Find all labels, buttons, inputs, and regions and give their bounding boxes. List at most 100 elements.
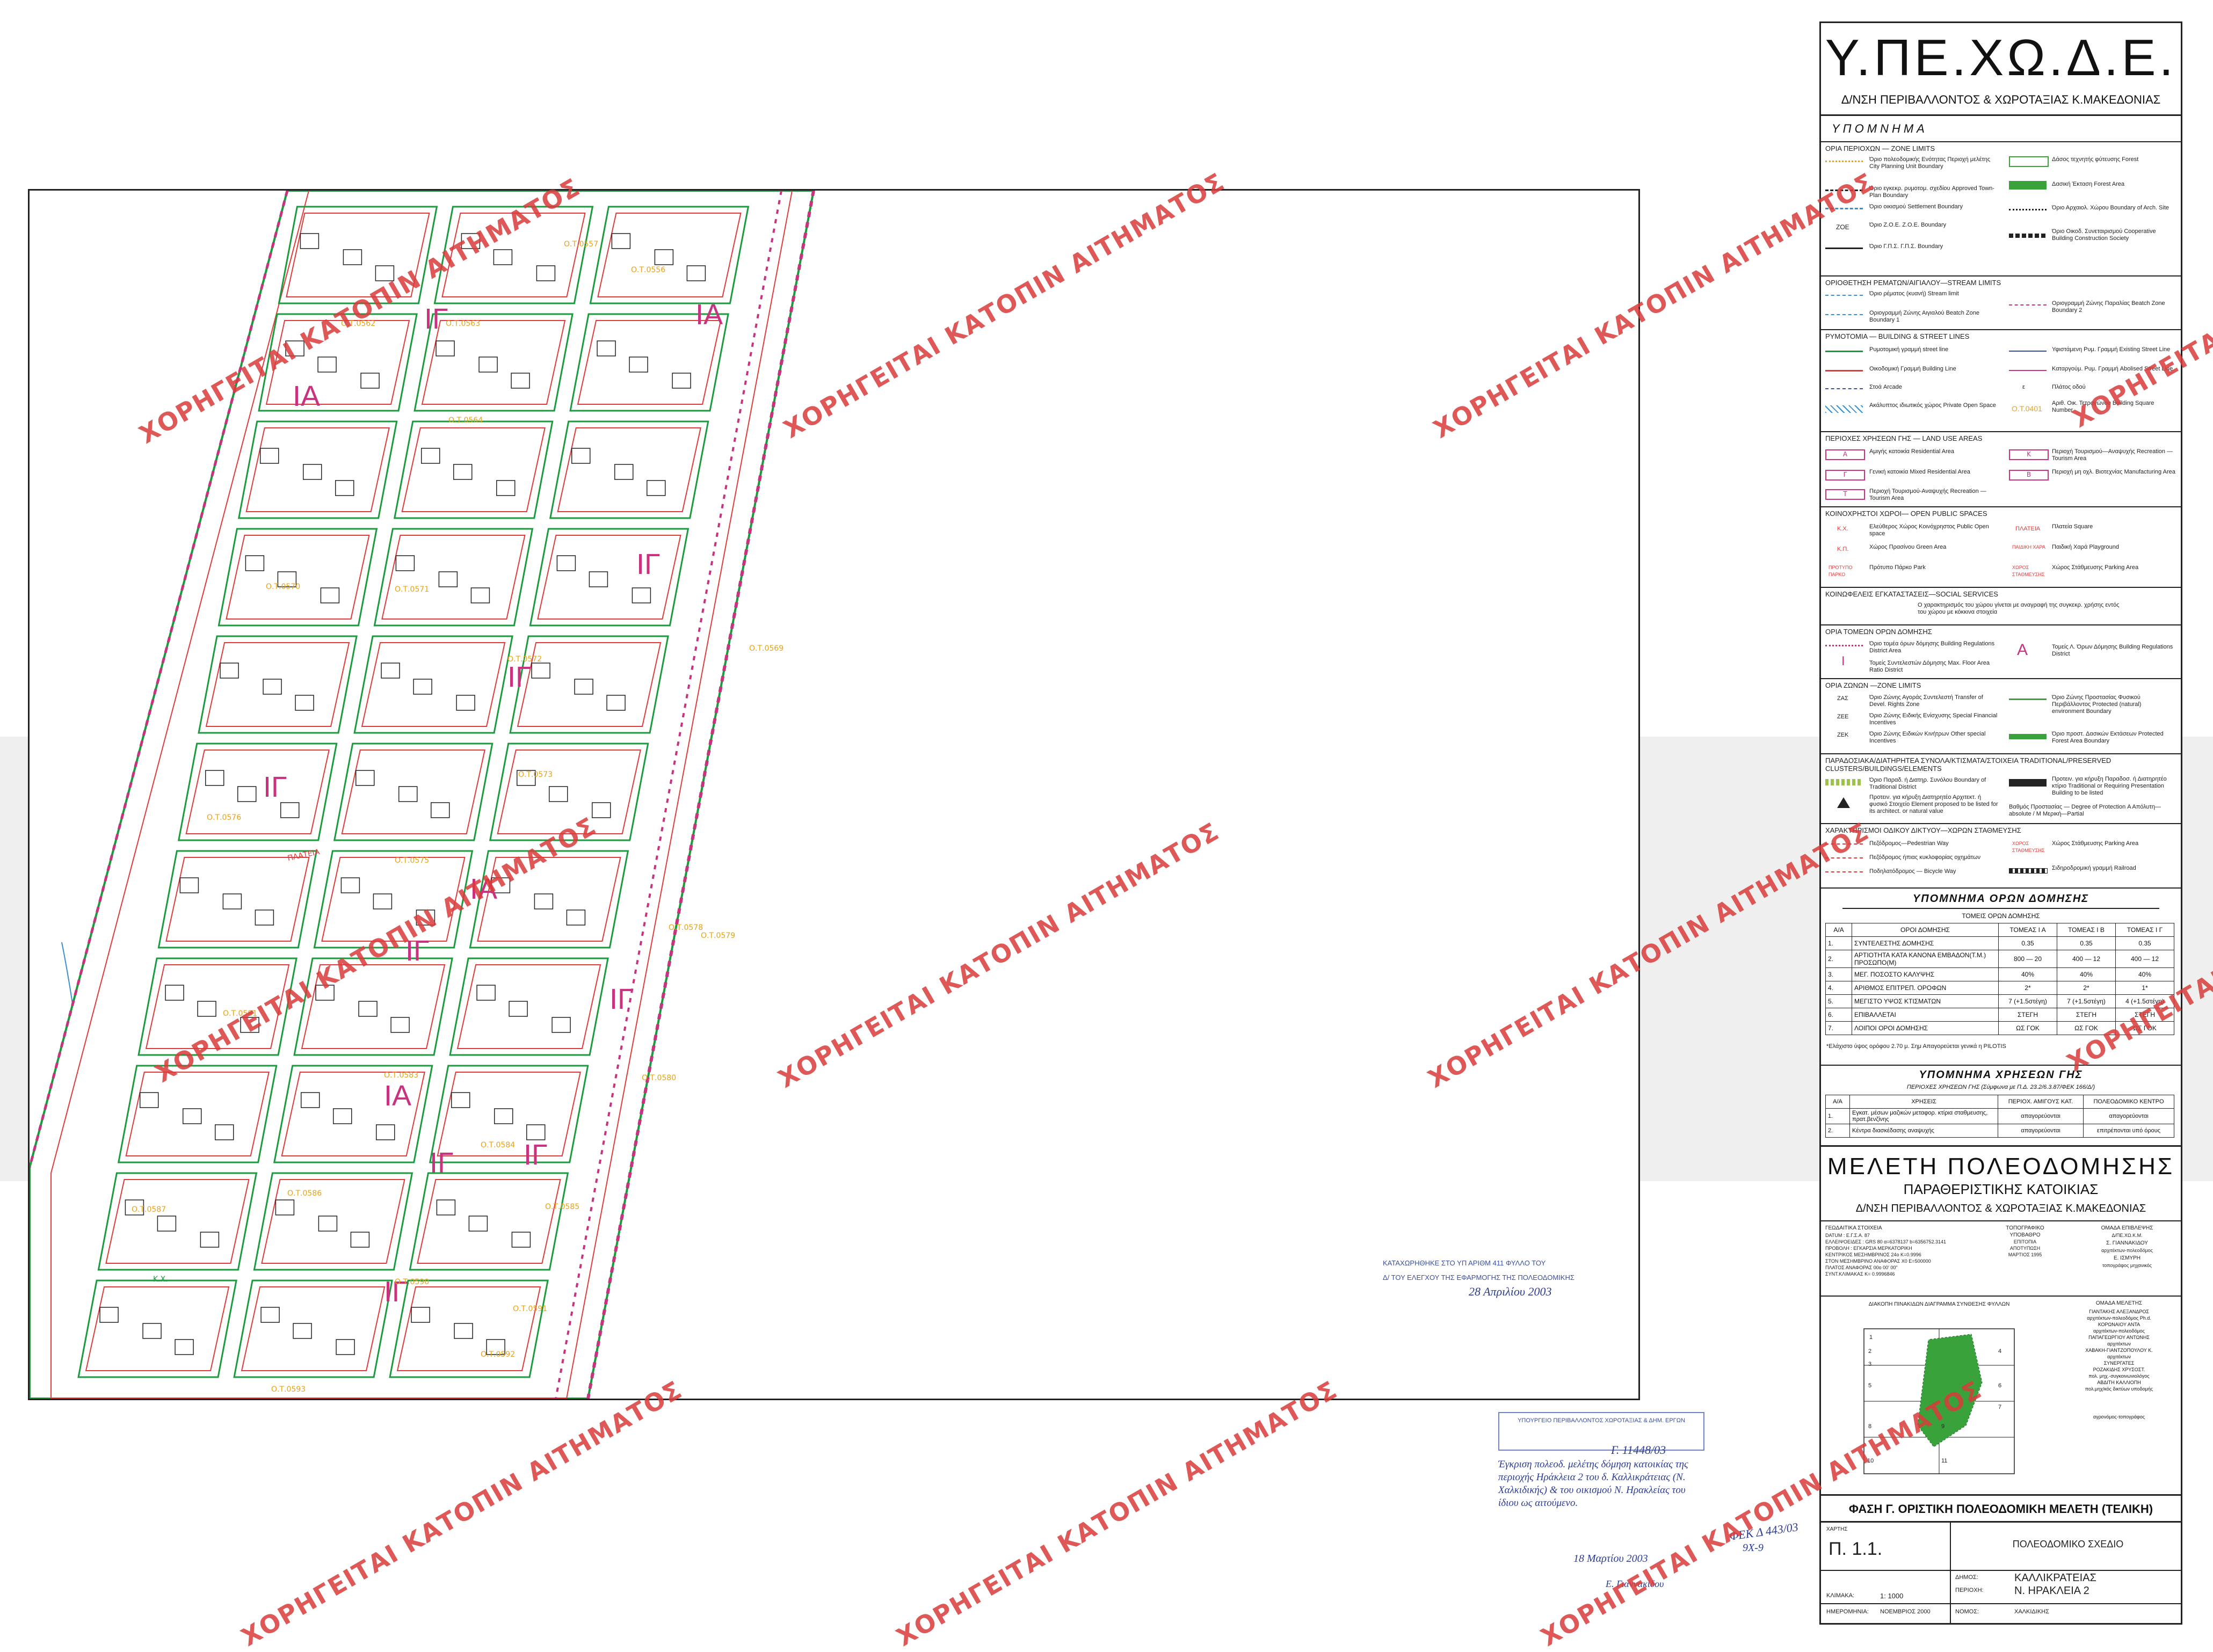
block-number: Ο.Τ.0569 [749,644,784,653]
block-number: Ο.Τ.0592 [481,1350,516,1359]
section-title: ΟΡΙΑ ΠΕΡΙΟΧΩΝ — ZONE LIMITS [1825,144,1935,152]
zone-label: ΙΑ [293,380,321,412]
supervision-line: Σ. ΓΙΑΝΝΑΚΙΔΟΥ [2106,1240,2148,1246]
table-row: 3. ΜΕΓ. ΠΟΣΟΣΤΟ ΚΑΛΥΨΗΣ 40% 40% 40% [1825,967,2174,981]
decision-text: Έγκριση πολεοδ. μελέτης δόμηση κατοικίας… [1498,1459,1688,1509]
sheet-number: 3 [1868,1361,1872,1367]
section-title: ΚΟΙΝΩΦΕΛΕΙΣ ΕΓΚΑΤΑΣΤΑΣΕΙΣ—SOCIAL SERVICE… [1825,590,1998,598]
table-cell: ΑΡΙΘΜΟΣ ΕΠΙΤΡΕΠ. ΟΡΟΦΩΝ [1852,981,1999,995]
legend-social-services: ΚΟΙΝΩΦΕΛΕΙΣ ΕΓΚΑΤΑΣΤΑΣΕΙΣ—SOCIAL SERVICE… [1821,587,2181,625]
legend-item: Πεζόδρομος ήπιας κυκλοφορίας οχημάτων [1869,854,1981,861]
stamp-date: 18 Μαρτίου 2003 [1573,1553,1648,1564]
study-team-list: ΓΙΑΝΤΑΚΗΣ ΑΛΕΞΑΝΔΡΟΣ αρχιτέκτων-πολεοδόμ… [2063,1308,2175,1420]
study-team-title: ΟΜΑΔΑ ΜΕΛΕΤΗΣ [2095,1300,2143,1306]
legend-code: ΖΟΕ [1836,223,1849,231]
legend-item: Ακάλυπτος ιδιωτικός χώρος Private Open S… [1869,402,1996,409]
sheet-number: 11 [1941,1458,1948,1464]
table-cell: ΩΣ ΓΟΚ [1998,1021,2057,1035]
table-cell: 1. [1825,936,1852,950]
section-title: ΠΕΡΙΟΧΕΣ ΧΡΗΣΕΩΝ ΓΗΣ — LAND USE AREAS [1825,434,1983,442]
table-header: ΠΟΛΕΟΔΟΜΙΚΟ ΚΕΝΤΡΟ [2083,1095,2174,1109]
legend-item: Χώρος Πρασίνου Green Area [1869,544,1947,550]
legend-item: Όριο Παραδ. ή Διατηρ. Συνόλου Boundary o… [1869,777,1986,790]
table-cell: απαγορεύονται [2083,1108,2174,1124]
legend-building-regulations: ΟΡΙΑ ΤΟΜΕΩΝ ΟΡΩΝ ΔΟΜΗΣΗΣ Όριο τομέα όρων… [1821,624,2181,679]
table-cell: ΑΡΤΙΟΤΗΤΑ ΚΑΤΑ ΚΑΝΟΝΑ ΕΜΒΑΔΟΝ(Τ.Μ.) ΠΡΟΣ… [1852,950,1999,968]
legend-item: Σιδηροδρομική γραμμή Railroad [2052,865,2136,871]
table-cell: 800 — 20 [1998,950,2057,968]
land-use-subtitle: ΠΕΡΙΟΧΕΣ ΧΡΗΣΕΩΝ ΓΗΣ (Σύμφωνα με Π.Δ. 23… [1906,1084,2095,1090]
legend-item: Όριο τομέα όρων δόμησης Building Regulat… [1869,641,1995,654]
map-label: ΧΑΡΤΗΣ [1826,1526,1848,1532]
municipality-label: ΔΗΜΟΣ: [1955,1574,1978,1581]
zone-label: ΙΓ [430,1147,454,1179]
legend-item: Περιοχή μη οχλ. Βιοτεχνίας Manufacturing… [2052,469,2175,475]
prefecture: ΧΑΛΚΙΔΙΚΗΣ [2014,1609,2049,1615]
index-block: ΔΙΑΚΟΠΗ ΠΙΝΑΚΙΔΩΝ ΔΙΑΓΡΑΜΜΑ ΣΥΝΘΕΣΗΣ ΦΥΛ… [1821,1296,2181,1495]
legend-code: ΠΑΙΔΙΚΗ ΧΑΡΑ [2012,544,2045,550]
table-row: 2. Κέντρα διασκέδασης αναψυχής απαγορεύοντ… [1825,1124,2174,1138]
team-line: αγρονόμος-τοπογράφος [2093,1414,2145,1420]
study-title: ΜΕΛΕΤΗ ΠΟΛΕΟΔΟΜΗΣΗΣ [1827,1153,2175,1180]
block-number: Ο.Τ.0579 [701,931,736,940]
table-cell: επιτρέπονται υπό όρους [2083,1124,2174,1138]
legend-land-use: ΠΕΡΙΟΧΕΣ ΧΡΗΣΕΩΝ ΓΗΣ — LAND USE AREAS Α … [1821,431,2181,507]
study-subtitle: ΠΑΡΑΘΕΡΙΣΤΙΚΗΣ ΚΑΤΟΙΚΙΑΣ [1903,1181,2099,1197]
legend-code: Κ [2009,449,2049,460]
legend-item: Στοά Arcade [1869,384,1902,390]
team-line: ΠΑΠΑΓΕΩΡΓΙΟΥ ΑΝΤΩΝΗΣ [2088,1335,2150,1340]
legend-item: Δάσος τεχνητής φύτευσης Forest [2052,156,2139,163]
team-line: ΣΥΝΕΡΓΑΤΕΣ [2103,1360,2135,1366]
legend-code: ΠΡΟΤΥΠΟ ΠΑΡΚΟ [1829,565,1853,577]
legend-item: Όριο Γ.Π.Σ. Γ.Π.Σ. Boundary [1869,243,1943,250]
table-cell: Εγκατ. μέσων μαζικών μεταφορ. κτίρια στα… [1849,1108,1998,1124]
legend-item: Δασική Έκταση Forest Area [2052,181,2125,187]
table-cell: 7 (+1.5στέγη) [1998,994,2057,1008]
supervision-line: Δ/ΠΕ.ΧΩ.Κ.Μ. [2112,1233,2143,1238]
prefecture-label: ΝΟΜΟΣ: [1955,1609,1979,1615]
credits-block: ΓΕΩΔΑΙΤΙΚΑ ΣΤΟΙΧΕΙΑ DATUM : Ε.Γ.Σ.Α. 87 … [1821,1220,2181,1297]
legend-code: Ι [1841,654,1845,668]
topographic-line: ΜΑΡΤΙΟΣ 1995 [2008,1252,2042,1257]
sheet-number: 7 [1998,1404,2002,1410]
legend-item: Όριο Ζώνης Προστασίας Φυσικού Περιβάλλον… [2052,694,2142,715]
fek-note-2: 9Χ-9 [1743,1542,1764,1554]
table-cell: ΣΤΕΓΗ [2057,1008,2116,1022]
team-line: ΓΙΑΝΤΑΚΗΣ ΑΛΕΞΑΝΔΡΟΣ [2089,1309,2149,1314]
table-cell: 40% [2115,967,2174,981]
legend-item: Όριο Αρχαιολ. Χώρου Boundary of Arch. Si… [2052,205,2170,211]
approval-date: 28 Απριλίου 2003 [1469,1285,1552,1298]
block-number: Ο.Τ.0572 [507,655,542,664]
block-number: Ο.Τ.0557 [564,240,599,249]
team-line: πολ.μηχ/κός δικτύων υποδομής [2085,1386,2153,1392]
zone-label: ΙΓ [610,983,634,1015]
table-cell: απαγορεύονται [1998,1108,2084,1124]
table-cell: 400 — 12 [2115,950,2174,968]
legend-item: Όριο εγκεκρ. ρυμοτομ. σχεδίου Approved T… [1869,185,1994,199]
sheet-number: 1 [1869,1334,1873,1341]
legend-code: ΖΑΣ [1837,695,1848,702]
area: Ν. ΗΡΑΚΛΕΙΑ 2 [2014,1585,2089,1597]
legend-item: Προτειν. για κήρυξη Παραδοσ. ή Διατηρητέ… [2052,776,2167,796]
dept-header: ΥΠΟΥΡΓΕΙΟ ΠΕΡΙΒΑΛΛΟΝΤΟΣ ΧΩΡΟΤΑΞΙΑΣ & ΔΗΜ… [1518,1417,1685,1424]
section-title: ΟΡΙΟΘΕΤΗΣΗ ΡΕΜΑΤΩΝ/ΑΙΓΙΑΛΟΥ—STREAM LIMIT… [1825,279,2001,287]
block-number: Ο.Τ.0586 [287,1189,322,1198]
legend-item: Ποδηλατόδρομος — Bicycle Way [1869,868,1956,875]
supervision-title: ΟΜΑΔΑ ΕΠΙΒΛΕΨΗΣ [2101,1225,2153,1231]
legend-item: Όριο Ζώνης Ειδικής Ενίσχυσης Special Fin… [1869,712,1998,726]
legend-item: Οριογραμμή Ζώνης Αιγιαλού Beatch Zone Bo… [1869,310,1979,323]
table-row: 1. Εγκατ. μέσων μαζικών μεταφορ. κτίρια σ… [1825,1108,2174,1124]
supervision-line: Ε. ΙΣΜΥΡΗ [2113,1255,2141,1261]
team-line: ΡΟΖΑΚΙΔΗΣ ΧΡΥΣΟΣΤ. [2093,1367,2145,1372]
legend-item: Περιοχή Τουρισμού-Αναψυχής Recreation —T… [1869,488,1986,501]
legend-code: ΖΕΚ [1837,732,1849,738]
legend-stream-limits: ΟΡΙΟΘΕΤΗΣΗ ΡΕΜΑΤΩΝ/ΑΙΓΙΑΛΟΥ—STREAM LIMIT… [1821,275,2181,330]
sheet-info-block: ΧΑΡΤΗΣ Π. 1.1. ΠΟΛΕΟΔΟΜΙΚΟ ΣΧΕΔΙΟ ΔΗΜΟΣ:… [1821,1521,2181,1623]
block-number: Ο.Τ.0576 [207,813,242,822]
decision-ref: Γ. 11448/03 [1611,1443,1666,1457]
legend-item: Αμιγής κατοικία Residential Area [1869,448,1955,455]
legend-item: Γενική κατοικία Mixed Residential Area [1869,469,1970,475]
section-title: ΧΑΡΑΚΤΗΡΙΣΜΟΙ ΟΔΙΚΟΥ ΔΙΚΤΥΟΥ—ΧΩΡΩΝ ΣΤΑΘΜ… [1825,826,2021,834]
table-cell: 40% [2057,967,2116,981]
table-cell: 2* [2057,981,2116,995]
